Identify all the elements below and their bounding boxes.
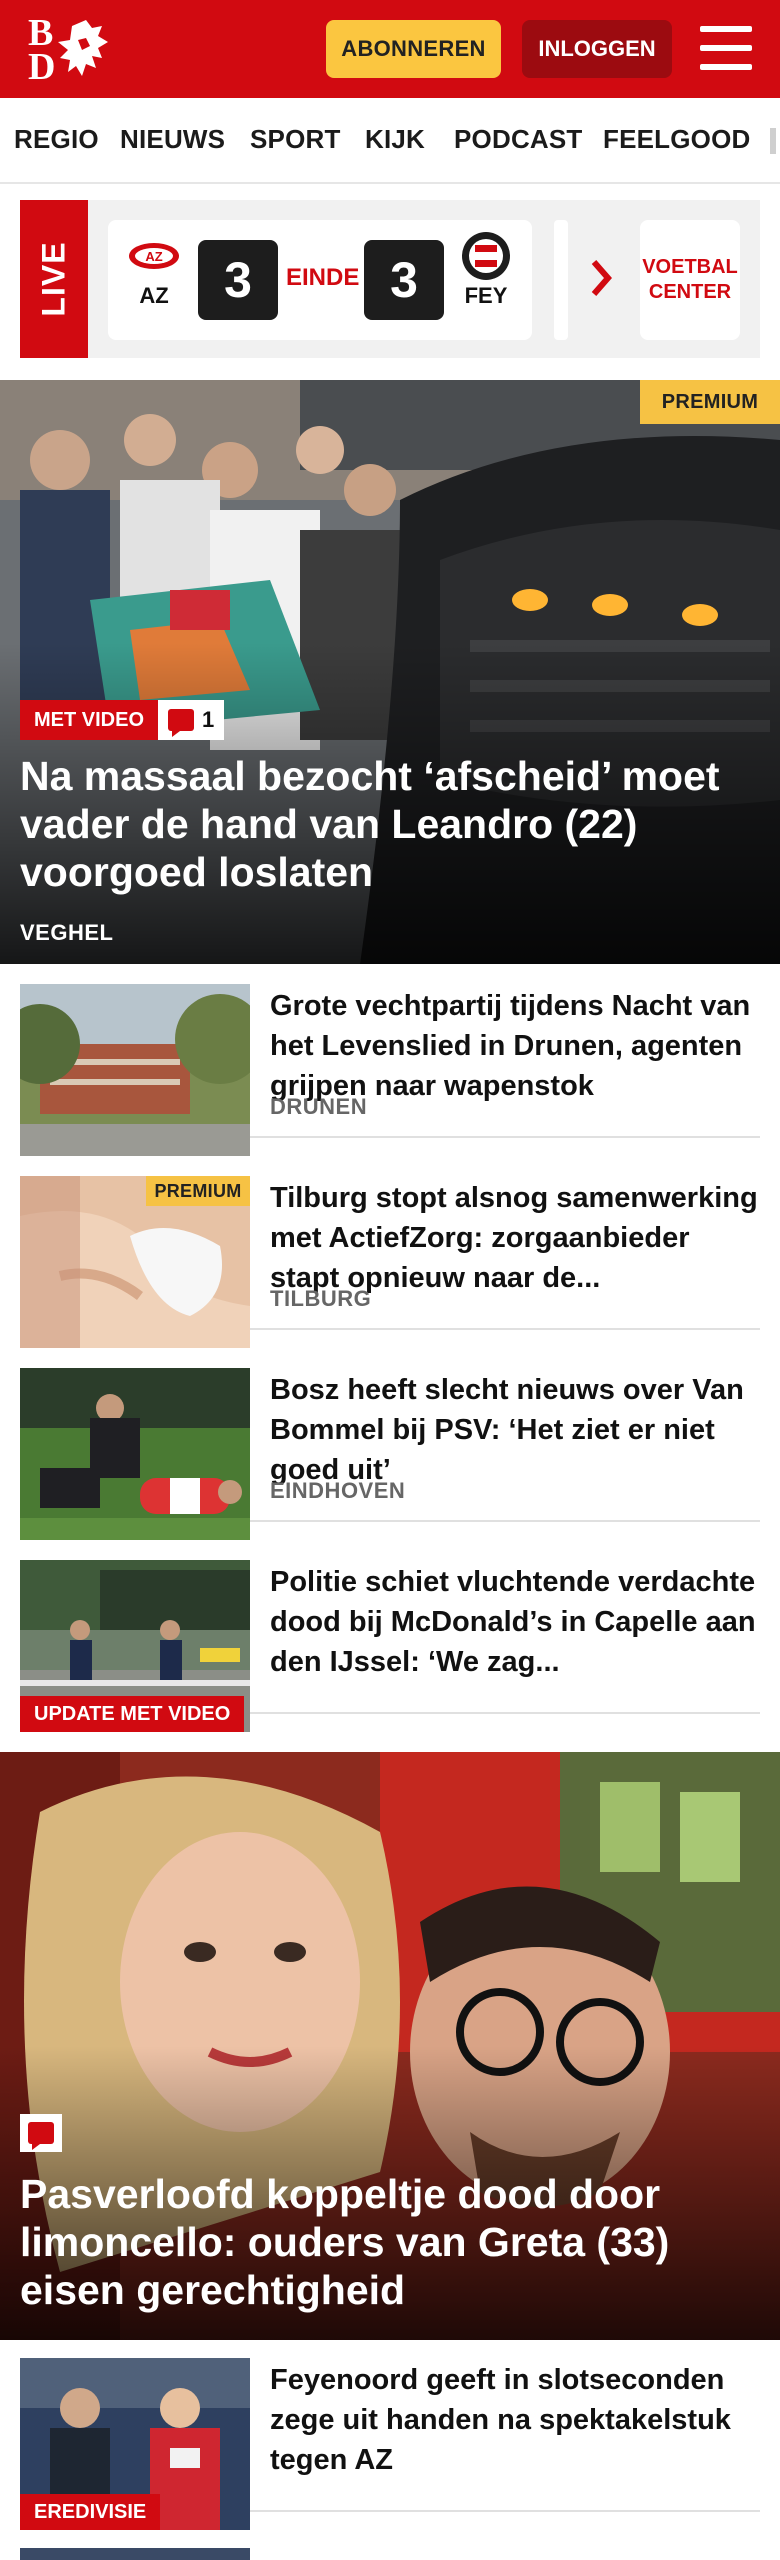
article-title[interactable]: Bosz heeft slecht nieuws over Van Bommel…: [270, 1370, 760, 1490]
live-label: LIVE: [20, 200, 88, 358]
svg-text:AZ: AZ: [145, 249, 162, 264]
article-thumbnail: [20, 984, 250, 1156]
match-card[interactable]: AZ AZ 3 EINDE 3 FEY: [108, 220, 532, 340]
premium-badge: PREMIUM: [640, 380, 780, 424]
nav-item-feelgood[interactable]: FEELGOOD: [603, 124, 751, 155]
next-match-card-stub[interactable]: [554, 220, 568, 340]
home-team-name: AZ: [139, 283, 169, 308]
list-item[interactable]: Bosz heeft slecht nieuws over Van Bommel…: [20, 1350, 760, 1540]
update-video-tag: UPDATE MET VIDEO: [20, 1696, 245, 1732]
hero-title[interactable]: Na massaal bezocht ‘afscheid’ moet vader…: [20, 752, 760, 896]
nav-item-podcast[interactable]: PODCAST: [454, 124, 583, 155]
hero-article-2[interactable]: Pasverloofd koppeltje dood door limoncel…: [0, 1752, 780, 2340]
away-team-name: FEY: [464, 283, 508, 308]
list-item[interactable]: PREMIUM Tilburg stopt alsnog samenwer­ki…: [20, 1158, 760, 1348]
article-thumbnail: EREDIVISIE: [20, 2358, 250, 2530]
list-item[interactable]: EREDIVISIE Feyenoord geeft in slotsecond…: [20, 2340, 760, 2530]
hero-location: VEGHEL: [20, 920, 114, 945]
nav-item-regio[interactable]: REGIO: [14, 124, 99, 155]
nav-item-kijk[interactable]: KIJK: [365, 124, 425, 155]
home-score: 3: [198, 240, 278, 320]
article-title[interactable]: Grote vechtpartij tijdens Nacht van het …: [270, 986, 760, 1106]
voetbal-center-link[interactable]: VOETBAL CENTER: [640, 220, 740, 340]
away-team: FEY: [456, 232, 516, 309]
feyenoord-logo-icon: [462, 232, 510, 280]
thumb-photo-football: [20, 1368, 250, 1540]
comment-badge[interactable]: [20, 2114, 62, 2152]
eredivisie-tag: EREDIVISIE: [20, 2494, 161, 2530]
article-location: EINDHOVEN: [270, 1478, 406, 1503]
site-header: B D ABONNEREN INLOGGEN: [0, 0, 780, 98]
hero-title-2[interactable]: Pasverloofd koppeltje dood door limoncel…: [20, 2170, 760, 2314]
article-title[interactable]: Politie schiet vluchtende verdachte dood…: [270, 1562, 760, 1682]
hero-tags: MET VIDEO 1: [20, 700, 225, 740]
video-tag: MET VIDEO: [20, 700, 159, 740]
hero-article[interactable]: PREMIUM MET VIDEO 1 Na massaal bezocht ‘…: [0, 380, 780, 964]
site-logo[interactable]: B D: [22, 14, 118, 86]
chevron-right-icon[interactable]: [588, 256, 616, 300]
comment-icon: [28, 2122, 54, 2150]
article-thumbnail: PREMIUM: [20, 1176, 250, 1348]
live-scores-bar: LIVE AZ AZ 3 EINDE 3 FEY VOETBAL CENTER: [20, 200, 760, 358]
article-location: DRUNEN: [270, 1094, 368, 1119]
thumb-photo-street: [20, 984, 250, 1156]
comment-count-badge[interactable]: 1: [158, 700, 225, 740]
nav-item-nieuws[interactable]: NIEUWS: [120, 124, 225, 155]
away-score: 3: [364, 240, 444, 320]
article-thumbnail: UPDATE MET VIDEO: [20, 1560, 250, 1732]
article-thumbnail: [20, 1368, 250, 1540]
az-logo-icon: AZ: [129, 243, 179, 269]
section-nav: REGIO NIEUWS SPORT KIJK PODCAST FEELGOOD: [0, 98, 780, 184]
article-title[interactable]: Feyenoord geeft in slotseconden zege uit…: [270, 2360, 760, 2480]
article-title[interactable]: Tilburg stopt alsnog samenwer­king met A…: [270, 1178, 760, 1298]
match-status: EINDE: [286, 264, 360, 291]
login-button[interactable]: INLOGGEN: [522, 20, 672, 78]
premium-badge: PREMIUM: [146, 1176, 250, 1206]
hamburger-menu-icon[interactable]: [700, 24, 752, 72]
nav-item-sport[interactable]: SPORT: [250, 124, 341, 155]
list-item[interactable]: UPDATE MET VIDEO Politie schiet vluchten…: [20, 1542, 760, 1732]
home-team: AZ AZ: [124, 242, 184, 309]
next-list-item-peek: [20, 2548, 250, 2560]
comment-icon: [168, 709, 195, 737]
list-item[interactable]: Grote vechtpartij tijdens Nacht van het …: [20, 966, 760, 1156]
article-location: TILBURG: [270, 1286, 372, 1311]
nav-overflow-indicator: [770, 128, 776, 154]
subscribe-button[interactable]: ABONNEREN: [326, 20, 501, 78]
lion-icon: [58, 20, 108, 76]
